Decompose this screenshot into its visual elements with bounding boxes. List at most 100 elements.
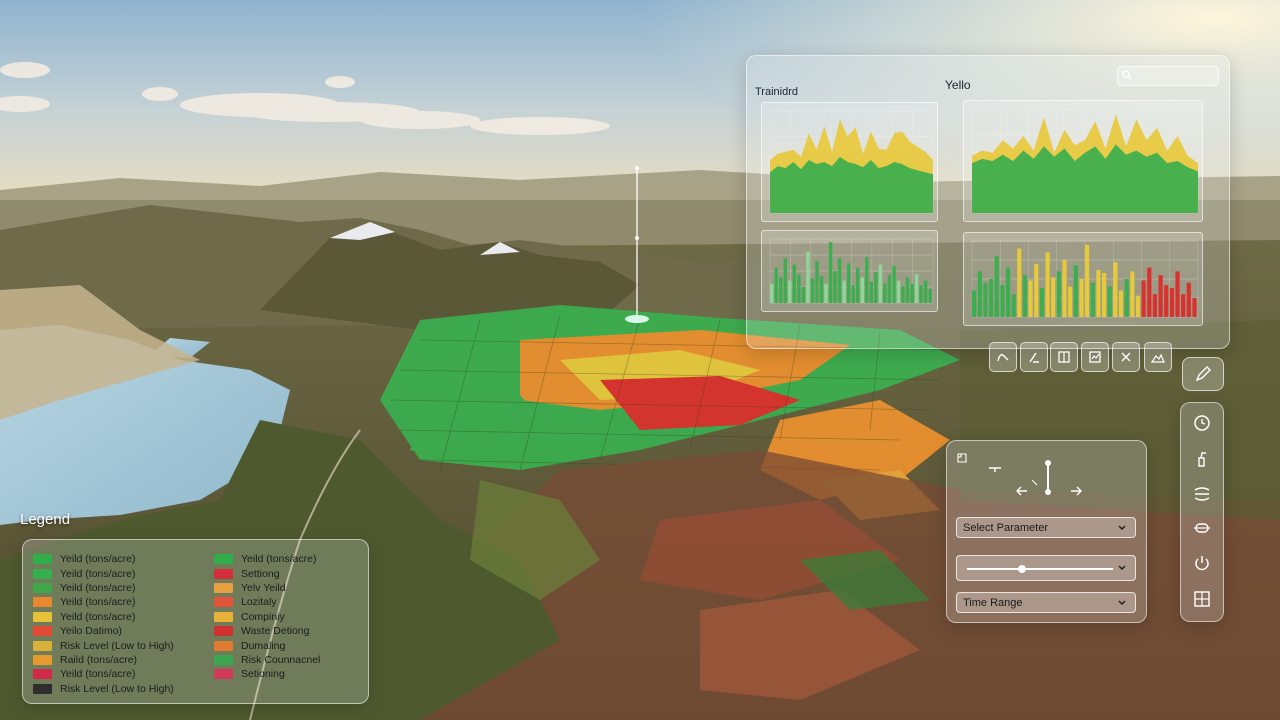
legend-item: Yelv Yeild xyxy=(214,581,320,595)
legend-swatch xyxy=(33,683,52,694)
bar xyxy=(860,277,864,303)
bar xyxy=(1056,271,1061,317)
legend-label: Risk Counnacnel xyxy=(241,653,321,666)
layers-icon xyxy=(1194,487,1210,501)
legend-column-left: Yeild (tons/acre) Yeild (tons/acre) Yeild … xyxy=(33,552,174,696)
bar xyxy=(797,274,801,303)
terrain-tool-icon xyxy=(1151,353,1165,363)
legend-swatch xyxy=(33,568,52,579)
legend-column-right: Yeild (tons/acre) Settiong Yelv Yeild Lozit… xyxy=(214,552,320,682)
bar xyxy=(1096,269,1101,317)
book-tool-button[interactable] xyxy=(1050,342,1078,372)
legend-item: Risk Level (Low to High) xyxy=(33,638,174,652)
legend-swatch xyxy=(214,654,233,665)
parameter-slider[interactable] xyxy=(956,555,1136,581)
power-button[interactable] xyxy=(1190,551,1214,575)
bar xyxy=(1045,252,1050,317)
layers-button[interactable] xyxy=(1190,481,1214,505)
legend-swatch xyxy=(214,568,233,579)
time-range-label: Time Range xyxy=(963,597,1023,609)
direction-compass-icon[interactable] xyxy=(987,458,1107,500)
slider-thumb[interactable] xyxy=(1018,565,1027,573)
chevron-down-icon xyxy=(1118,565,1126,570)
legend-label: Raild (tons/acre) xyxy=(60,653,138,666)
legend-label: Settiong xyxy=(241,567,280,580)
slider-track xyxy=(967,568,1113,570)
chevron-down-icon xyxy=(1118,525,1126,530)
bar xyxy=(842,280,846,303)
bar xyxy=(901,286,905,303)
legend-label: Risk Level (Low to High) xyxy=(60,682,174,695)
legend-label: Risk Level (Low to High) xyxy=(60,639,174,652)
bar xyxy=(774,267,778,303)
legend-swatch xyxy=(33,611,52,622)
close-tool-button[interactable] xyxy=(1112,342,1140,372)
dashboard-title: Trainidrd xyxy=(755,86,798,98)
chart-tool-button[interactable] xyxy=(1081,342,1109,372)
legend-label: Waste Detiong xyxy=(241,625,310,638)
bar xyxy=(919,285,923,303)
legend-title: Legend xyxy=(20,511,71,528)
legend-swatch xyxy=(214,597,233,608)
bar xyxy=(792,264,796,303)
measure-tool-button[interactable] xyxy=(1020,342,1048,372)
bar xyxy=(869,281,873,303)
time-range-dropdown[interactable]: Time Range xyxy=(956,592,1136,613)
bar xyxy=(1175,271,1180,317)
legend-item: Yeilo Datimo) xyxy=(33,624,174,638)
bar xyxy=(824,283,828,303)
legend-item: Yeild (tons/acre) xyxy=(33,566,174,580)
legend-swatch xyxy=(33,640,52,651)
bar xyxy=(1039,288,1044,317)
curve-tool-button[interactable] xyxy=(989,342,1017,372)
clock-button[interactable] xyxy=(1190,411,1214,435)
yield-area-chart-2 xyxy=(963,100,1203,222)
bar xyxy=(1062,260,1067,317)
bar xyxy=(1181,294,1186,317)
bar xyxy=(878,264,883,303)
bar xyxy=(1102,272,1107,317)
legend-swatch xyxy=(214,554,233,565)
swap-button[interactable] xyxy=(1190,516,1214,540)
bar xyxy=(779,277,783,303)
bar xyxy=(837,258,842,303)
bar xyxy=(1068,286,1073,317)
legend-item: Yeild (tons/acre) xyxy=(214,552,320,566)
close-tool-icon xyxy=(1121,352,1131,362)
spray-button[interactable] xyxy=(1190,447,1214,471)
bar xyxy=(1011,294,1016,317)
grid-button[interactable] xyxy=(1190,587,1214,611)
legend-label: Setioning xyxy=(241,668,285,681)
bar xyxy=(856,267,860,303)
bar xyxy=(914,274,919,303)
pen-tool-button[interactable] xyxy=(1182,357,1224,391)
legend-label: Yeild (tons/acre) xyxy=(241,553,317,566)
bar xyxy=(1073,265,1078,317)
legend-item: Risk Counnacnel xyxy=(214,653,320,667)
bar xyxy=(801,287,806,303)
chart-tool-icon xyxy=(1089,351,1101,363)
chevron-down-icon xyxy=(1118,600,1126,605)
pen-icon xyxy=(1195,366,1211,382)
legend-label: Yeild (tons/acre) xyxy=(60,610,136,623)
bar xyxy=(1090,282,1095,317)
bar xyxy=(1028,280,1033,317)
legend-label: Yeild (tons/acre) xyxy=(60,668,136,681)
bar xyxy=(1017,248,1022,317)
bar xyxy=(815,260,819,303)
legend-swatch xyxy=(33,626,52,637)
search-icon xyxy=(1122,70,1132,80)
bar xyxy=(874,272,878,303)
legend-swatch xyxy=(214,611,233,622)
measure-tool-icon xyxy=(1029,352,1039,363)
legend-label: Yelv Yeild xyxy=(241,581,286,594)
bar xyxy=(910,283,914,303)
bar xyxy=(810,278,815,303)
terrain-tool-button[interactable] xyxy=(1144,342,1172,372)
select-parameter-dropdown[interactable]: Select Parameter xyxy=(956,517,1136,538)
select-parameter-label: Select Parameter xyxy=(963,522,1048,534)
panel-corner-icon xyxy=(957,453,967,463)
legend-label: Dumaling xyxy=(241,639,286,652)
bar xyxy=(896,280,901,303)
dashboard-search-input[interactable] xyxy=(1117,66,1219,86)
